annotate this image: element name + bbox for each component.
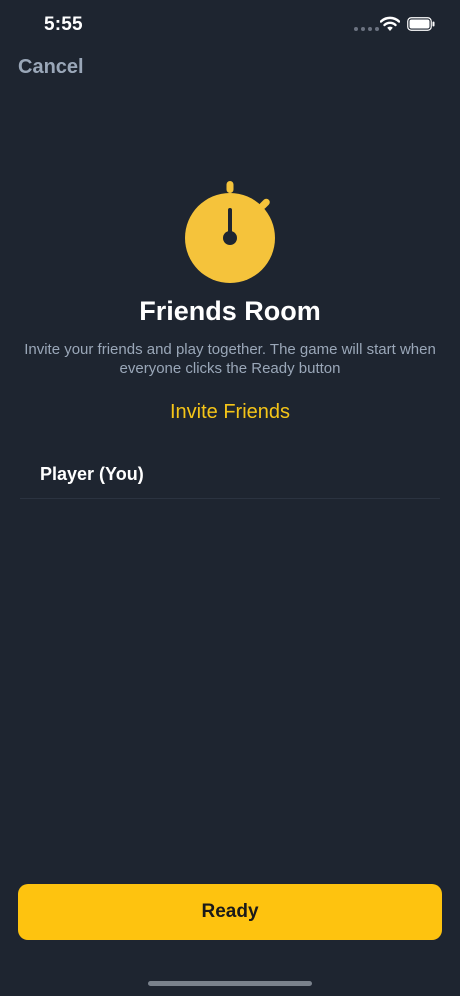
ready-button[interactable]: Ready bbox=[18, 884, 442, 940]
signal-dots-icon bbox=[354, 27, 379, 31]
list-item: Player (You) bbox=[20, 452, 440, 499]
player-name: Player (You) bbox=[40, 464, 144, 484]
battery-icon bbox=[407, 17, 435, 31]
page-title: Friends Room bbox=[139, 296, 321, 326]
invite-friends-button[interactable]: Invite Friends bbox=[0, 401, 460, 424]
status-time: 5:55 bbox=[44, 14, 83, 35]
status-bar: 5:55 bbox=[0, 0, 460, 50]
cancel-button[interactable]: Cancel bbox=[18, 56, 84, 79]
home-indicator[interactable] bbox=[148, 981, 312, 986]
room-description: Invite your friends and play together. T… bbox=[24, 341, 436, 377]
timer-icon bbox=[185, 181, 275, 283]
wifi-icon bbox=[380, 16, 400, 31]
